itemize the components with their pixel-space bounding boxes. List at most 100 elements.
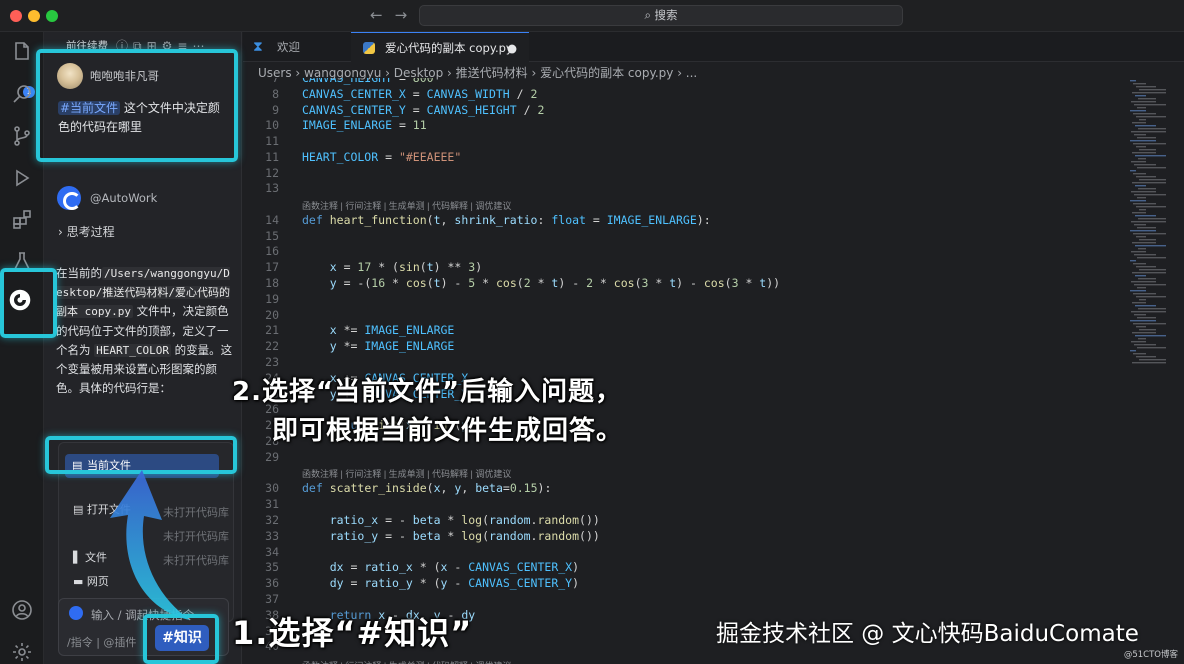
line-source: y *= IMAGE_ENLARGE — [329, 339, 455, 354]
code-line[interactable]: 14 def heart_function(t, shrink_ratio: fl… — [243, 212, 1123, 228]
tab-heart-code[interactable]: 爱心代码的副本 copy.py ● — [351, 32, 529, 62]
codelens-actions[interactable]: 函数注释 | 行间注释 | 生成单测 | 代码解释 | 调优建议 — [302, 200, 511, 212]
minimap-line — [1139, 269, 1166, 271]
assistant-answer: 在当前的/Users/wanggongyu/Desktop/推送代码材料/爱心代… — [56, 264, 234, 398]
codelens-actions[interactable]: 函数注释 | 行间注释 | 生成单测 | 代码解释 | 调优建议 — [302, 660, 511, 664]
menu-item-file[interactable]: ▌ 文件 — [73, 547, 107, 569]
code-line[interactable]: 31 — [243, 496, 1123, 512]
code-line[interactable]: 23 — [243, 354, 1123, 370]
cto-watermark: @51CTO博客 — [1123, 650, 1178, 660]
code-line[interactable]: 18 y = -(16 * cos(t) - 5 * cos(2 * t) - … — [243, 275, 1123, 291]
code-line[interactable]: 9 CANVAS_CENTER_Y = CANVAS_HEIGHT / 2 — [243, 102, 1123, 118]
tab-label: 爱心代码的副本 copy.py — [385, 41, 513, 55]
code-line[interactable]: 37 — [243, 591, 1123, 607]
code-line[interactable]: 20 — [243, 307, 1123, 323]
unsaved-dot-icon[interactable]: ● — [507, 33, 517, 63]
code-line[interactable]: 8 CANVAS_CENTER_X = CANVAS_WIDTH / 2 — [243, 86, 1123, 102]
minimap-line — [1135, 155, 1166, 157]
minimap-line — [1132, 182, 1166, 184]
line-source: x *= IMAGE_ENLARGE — [329, 323, 455, 338]
minimap-line — [1139, 299, 1146, 301]
minimap-line — [1139, 329, 1156, 331]
search-sidebar-icon[interactable] — [10, 82, 34, 106]
minimap-line — [1138, 158, 1146, 160]
account-icon[interactable] — [10, 598, 34, 622]
code-line[interactable]: 13 — [243, 180, 1123, 196]
command-search[interactable]: ⌕ 搜索 — [419, 5, 903, 26]
menu-item-web[interactable]: ▬ 网页 — [73, 571, 109, 593]
code-line[interactable]: 15 — [243, 228, 1123, 244]
code-line[interactable]: 21 x *= IMAGE_ENLARGE — [243, 322, 1123, 338]
forward-arrow-icon[interactable]: → — [395, 6, 420, 24]
minimap-line — [1130, 260, 1136, 262]
minimap-line — [1137, 197, 1146, 199]
code-line[interactable]: 29 — [243, 449, 1123, 465]
maximize-window-button[interactable] — [46, 10, 58, 22]
nav-arrows[interactable]: ←→ — [370, 6, 419, 24]
minimap-line — [1133, 353, 1146, 355]
line-source: def heart_function(t, shrink_ratio: floa… — [302, 212, 711, 227]
minimap-line — [1131, 311, 1166, 313]
minimap-line — [1134, 344, 1156, 346]
line-source: y = -(16 * cos(t) - 5 * cos(2 * t) - 2 *… — [329, 276, 781, 290]
tab-bar: ⧗ 欢迎 爱心代码的副本 copy.py ● — [243, 32, 1184, 62]
input-hint: /指令 | @插件 — [67, 636, 137, 649]
minimize-window-button[interactable] — [28, 10, 40, 22]
code-line[interactable]: 36 dy = ratio_y * (y - CANVAS_CENTER_Y) — [243, 575, 1123, 591]
code-line[interactable]: 34 — [243, 544, 1123, 560]
minimap-line — [1136, 356, 1156, 358]
line-number: 11 — [265, 150, 279, 164]
code-line[interactable]: 11 — [243, 133, 1123, 149]
line-source: CANVAS_HEIGHT = 800 — [302, 78, 434, 85]
explorer-icon[interactable] — [10, 40, 34, 64]
minimap-line — [1137, 347, 1166, 349]
line-number: 32 — [265, 512, 279, 527]
tab-welcome[interactable]: ⧗ 欢迎 — [243, 32, 348, 62]
minimap-line — [1138, 278, 1156, 280]
thinking-toggle[interactable]: › 思考过程 — [58, 223, 115, 240]
minimap-line — [1139, 149, 1156, 151]
code-line[interactable]: 7 CANVAS_HEIGHT = 800 — [243, 78, 1123, 86]
code-line[interactable]: 11 HEART_COLOR = "#EEAEEE" — [243, 149, 1123, 165]
minimap-line — [1137, 167, 1166, 169]
code-line[interactable]: 30 def scatter_inside(x, y, beta=0.15): — [243, 480, 1123, 496]
folder-icon: ▤ — [73, 503, 87, 516]
code-line[interactable]: 35 dx = ratio_x * (x - CANVAS_CENTER_X) — [243, 559, 1123, 575]
code-line[interactable]: 16 — [243, 243, 1123, 259]
line-number: 10 — [265, 118, 279, 133]
line-number: 21 — [265, 323, 279, 338]
code-line[interactable]: 12 — [243, 165, 1123, 181]
code-line[interactable]: 32 ratio_x = - beta * log(random.random(… — [243, 512, 1123, 528]
minimap[interactable] — [1128, 78, 1184, 378]
minimap-line — [1131, 101, 1156, 103]
code-line[interactable]: 22 y *= IMAGE_ENLARGE — [243, 338, 1123, 354]
line-number: 7 — [272, 78, 279, 85]
line-number: 19 — [265, 291, 279, 306]
minimap-line — [1130, 230, 1156, 232]
thinking-label: 思考过程 — [66, 225, 115, 239]
source-control-icon[interactable] — [10, 124, 34, 148]
step2-caption-line2: 即可根据当前文件生成回答。 — [272, 416, 624, 446]
back-arrow-icon[interactable]: ← — [370, 6, 395, 24]
menu-item-open-files[interactable]: ▤ 打开文件 — [73, 499, 131, 521]
codelens-actions[interactable]: 函数注释 | 行间注释 | 生成单测 | 代码解释 | 调优建议 — [302, 468, 511, 480]
minimap-line — [1131, 161, 1146, 163]
minimap-line — [1135, 215, 1156, 217]
code-line[interactable]: 19 — [243, 291, 1123, 307]
minimap-line — [1138, 248, 1146, 250]
minimap-line — [1136, 176, 1156, 178]
editor-area: ⧗ 欢迎 爱心代码的副本 copy.py ● Users › wanggongyu … — [243, 32, 1184, 664]
code-line[interactable]: 17 x = 17 * (sin(t) ** 3) — [243, 259, 1123, 275]
minimap-line — [1139, 119, 1146, 121]
code-line[interactable]: 33 ratio_y = - beta * log(random.random(… — [243, 528, 1123, 544]
line-source: ratio_y = - beta * log(random.random()) — [329, 528, 600, 543]
extensions-icon[interactable] — [10, 208, 34, 232]
assistant-name: @AutoWork — [90, 191, 158, 205]
run-debug-icon[interactable] — [10, 166, 34, 190]
settings-gear-icon[interactable] — [10, 640, 34, 664]
minimap-line — [1130, 290, 1146, 292]
close-window-button[interactable] — [10, 10, 22, 22]
minimap-line — [1135, 305, 1156, 307]
line-number: 31 — [265, 497, 279, 512]
code-line[interactable]: 10 IMAGE_ENLARGE = 11 — [243, 117, 1123, 133]
